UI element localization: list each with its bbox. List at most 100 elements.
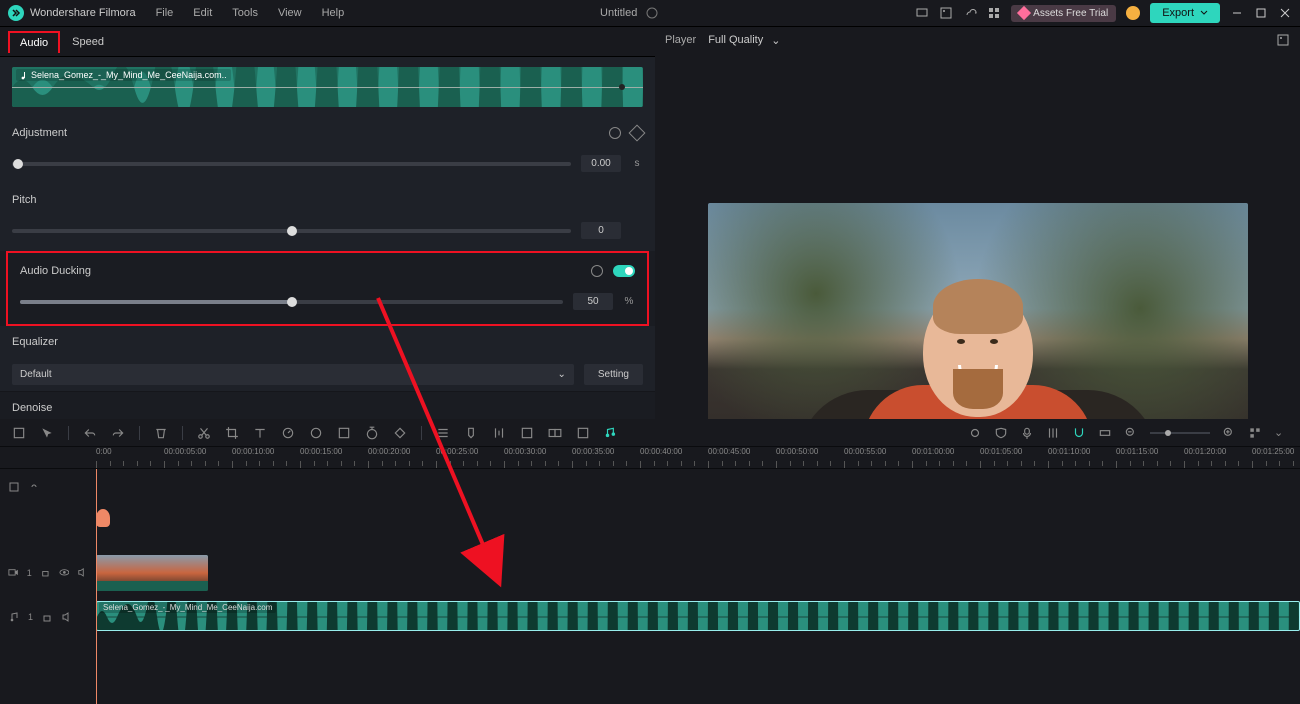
render-icon[interactable] — [520, 426, 534, 440]
cloud-upload-icon[interactable] — [963, 6, 977, 20]
video-track-icon — [8, 567, 19, 579]
chevron-down-icon[interactable]: ⌄ — [1274, 426, 1288, 440]
audio-mix-icon[interactable] — [492, 426, 506, 440]
eye-icon[interactable] — [59, 567, 70, 579]
assets-label: Assets Free Trial — [1033, 8, 1108, 19]
magnet-icon[interactable] — [1072, 426, 1086, 440]
ducking-reset-icon[interactable] — [591, 265, 603, 277]
quality-value: Full Quality — [708, 34, 763, 46]
color-icon[interactable] — [309, 426, 323, 440]
equalizer-setting-button[interactable]: Setting — [584, 364, 643, 385]
titlebar: Wondershare Filmora File Edit Tools View… — [0, 0, 1300, 27]
quality-select[interactable]: Full Quality ⌄ — [708, 34, 780, 47]
snapshot-frame-icon[interactable] — [1276, 33, 1290, 47]
redo-icon[interactable] — [111, 426, 125, 440]
timer-icon[interactable] — [365, 426, 379, 440]
diamond-icon — [1017, 6, 1031, 20]
music-beat-icon[interactable] — [604, 426, 618, 440]
zoom-in-icon[interactable] — [1222, 426, 1236, 440]
pitch-section: Pitch 0 — [0, 184, 655, 251]
clip-waveform[interactable]: Selena_Gomez_-_My_Mind_Me_CeeNaija.com.. — [12, 67, 643, 107]
lock-icon[interactable] — [41, 611, 53, 623]
timeline-ruler[interactable]: 0:0000:00:05:0000:00:10:0000:00:15:0000:… — [0, 447, 1300, 469]
profile-avatar-icon[interactable] — [1126, 6, 1140, 20]
timeline: ⌄ 0:0000:00:05:0000:00:10:0000:00:15:000… — [0, 419, 1300, 704]
mute-icon[interactable] — [77, 567, 88, 579]
ducking-slider[interactable] — [20, 300, 563, 304]
ducking-unit: % — [623, 296, 635, 307]
record-icon[interactable] — [968, 426, 982, 440]
menu-file[interactable]: File — [156, 7, 174, 19]
crop-icon[interactable] — [225, 426, 239, 440]
maximize-icon[interactable] — [1254, 6, 1268, 20]
export-label: Export — [1162, 7, 1194, 19]
adjustment-label: Adjustment — [12, 127, 67, 139]
chevron-down-icon: ⌄ — [557, 369, 565, 380]
pitch-slider[interactable] — [12, 229, 571, 233]
pitch-label: Pitch — [12, 194, 36, 206]
track-labels-column: 1 1 — [0, 469, 96, 704]
group-icon[interactable] — [576, 426, 590, 440]
music-note-icon — [20, 71, 29, 80]
adjustment-slider[interactable] — [12, 162, 571, 166]
ducking-value[interactable]: 50 — [573, 293, 613, 310]
settings-icon[interactable] — [436, 426, 450, 440]
marker-add-icon[interactable] — [464, 426, 478, 440]
adjustment-keyframe-icon[interactable] — [629, 125, 646, 142]
shield-icon[interactable] — [994, 426, 1008, 440]
track-manage-icon[interactable] — [8, 481, 20, 493]
waveform-end-marker[interactable] — [619, 84, 625, 90]
mixer-icon[interactable] — [1046, 426, 1060, 440]
project-title-area: Untitled — [344, 6, 915, 20]
minimize-icon[interactable] — [1230, 6, 1244, 20]
timeline-marker[interactable] — [96, 509, 110, 527]
zoom-slider[interactable] — [1150, 432, 1210, 434]
adjustment-layer-icon[interactable] — [337, 426, 351, 440]
assets-free-trial-button[interactable]: Assets Free Trial — [1011, 5, 1116, 22]
cloud-status-icon[interactable] — [645, 6, 659, 20]
multi-icon[interactable] — [548, 426, 562, 440]
image-icon[interactable] — [939, 6, 953, 20]
clip-waveform-header: Selena_Gomez_-_My_Mind_Me_CeeNaija.com.. — [0, 57, 655, 117]
link-icon[interactable] — [1098, 426, 1112, 440]
screen-icon[interactable] — [915, 6, 929, 20]
equalizer-preset-select[interactable]: Default ⌄ — [12, 364, 574, 385]
menu-view[interactable]: View — [278, 7, 302, 19]
app-name: Wondershare Filmora — [30, 7, 136, 19]
view-options-icon[interactable] — [1248, 426, 1262, 440]
export-button[interactable]: Export — [1150, 3, 1220, 23]
ducking-toggle[interactable] — [613, 265, 635, 277]
chevron-down-icon — [1200, 9, 1208, 17]
project-title: Untitled — [600, 7, 637, 19]
adjustment-unit: s — [631, 158, 643, 169]
select-tool-icon[interactable] — [40, 426, 54, 440]
playhead[interactable] — [96, 469, 97, 704]
delete-icon[interactable] — [154, 426, 168, 440]
panel-tabs: Audio Speed — [0, 27, 655, 57]
speed-curve-icon[interactable] — [281, 426, 295, 440]
mic-icon[interactable] — [1020, 426, 1034, 440]
adjustment-value[interactable]: 0.00 — [581, 155, 621, 172]
menu-tools[interactable]: Tools — [232, 7, 258, 19]
close-icon[interactable] — [1278, 6, 1292, 20]
undo-icon[interactable] — [83, 426, 97, 440]
zoom-out-icon[interactable] — [1124, 426, 1138, 440]
player-label: Player — [665, 34, 696, 46]
pitch-value[interactable]: 0 — [581, 222, 621, 239]
cut-icon[interactable] — [197, 426, 211, 440]
text-icon[interactable] — [253, 426, 267, 440]
pointer-tool-icon[interactable] — [12, 426, 26, 440]
lock-icon[interactable] — [40, 567, 51, 579]
tab-speed[interactable]: Speed — [60, 30, 116, 54]
link-track-icon[interactable] — [28, 481, 40, 493]
mute-icon[interactable] — [61, 611, 73, 623]
video-clip[interactable] — [96, 555, 208, 591]
equalizer-section: Equalizer Default ⌄ Setting — [0, 326, 655, 391]
apps-icon[interactable] — [987, 6, 1001, 20]
tab-audio[interactable]: Audio — [8, 31, 60, 53]
menu-edit[interactable]: Edit — [193, 7, 212, 19]
menu-help[interactable]: Help — [322, 7, 345, 19]
audio-clip[interactable]: Selena_Gomez_-_My_Mind_Me_CeeNaija.com — [96, 601, 1300, 631]
adjustment-reset-icon[interactable] — [609, 127, 621, 139]
keyframe-tool-icon[interactable] — [393, 426, 407, 440]
